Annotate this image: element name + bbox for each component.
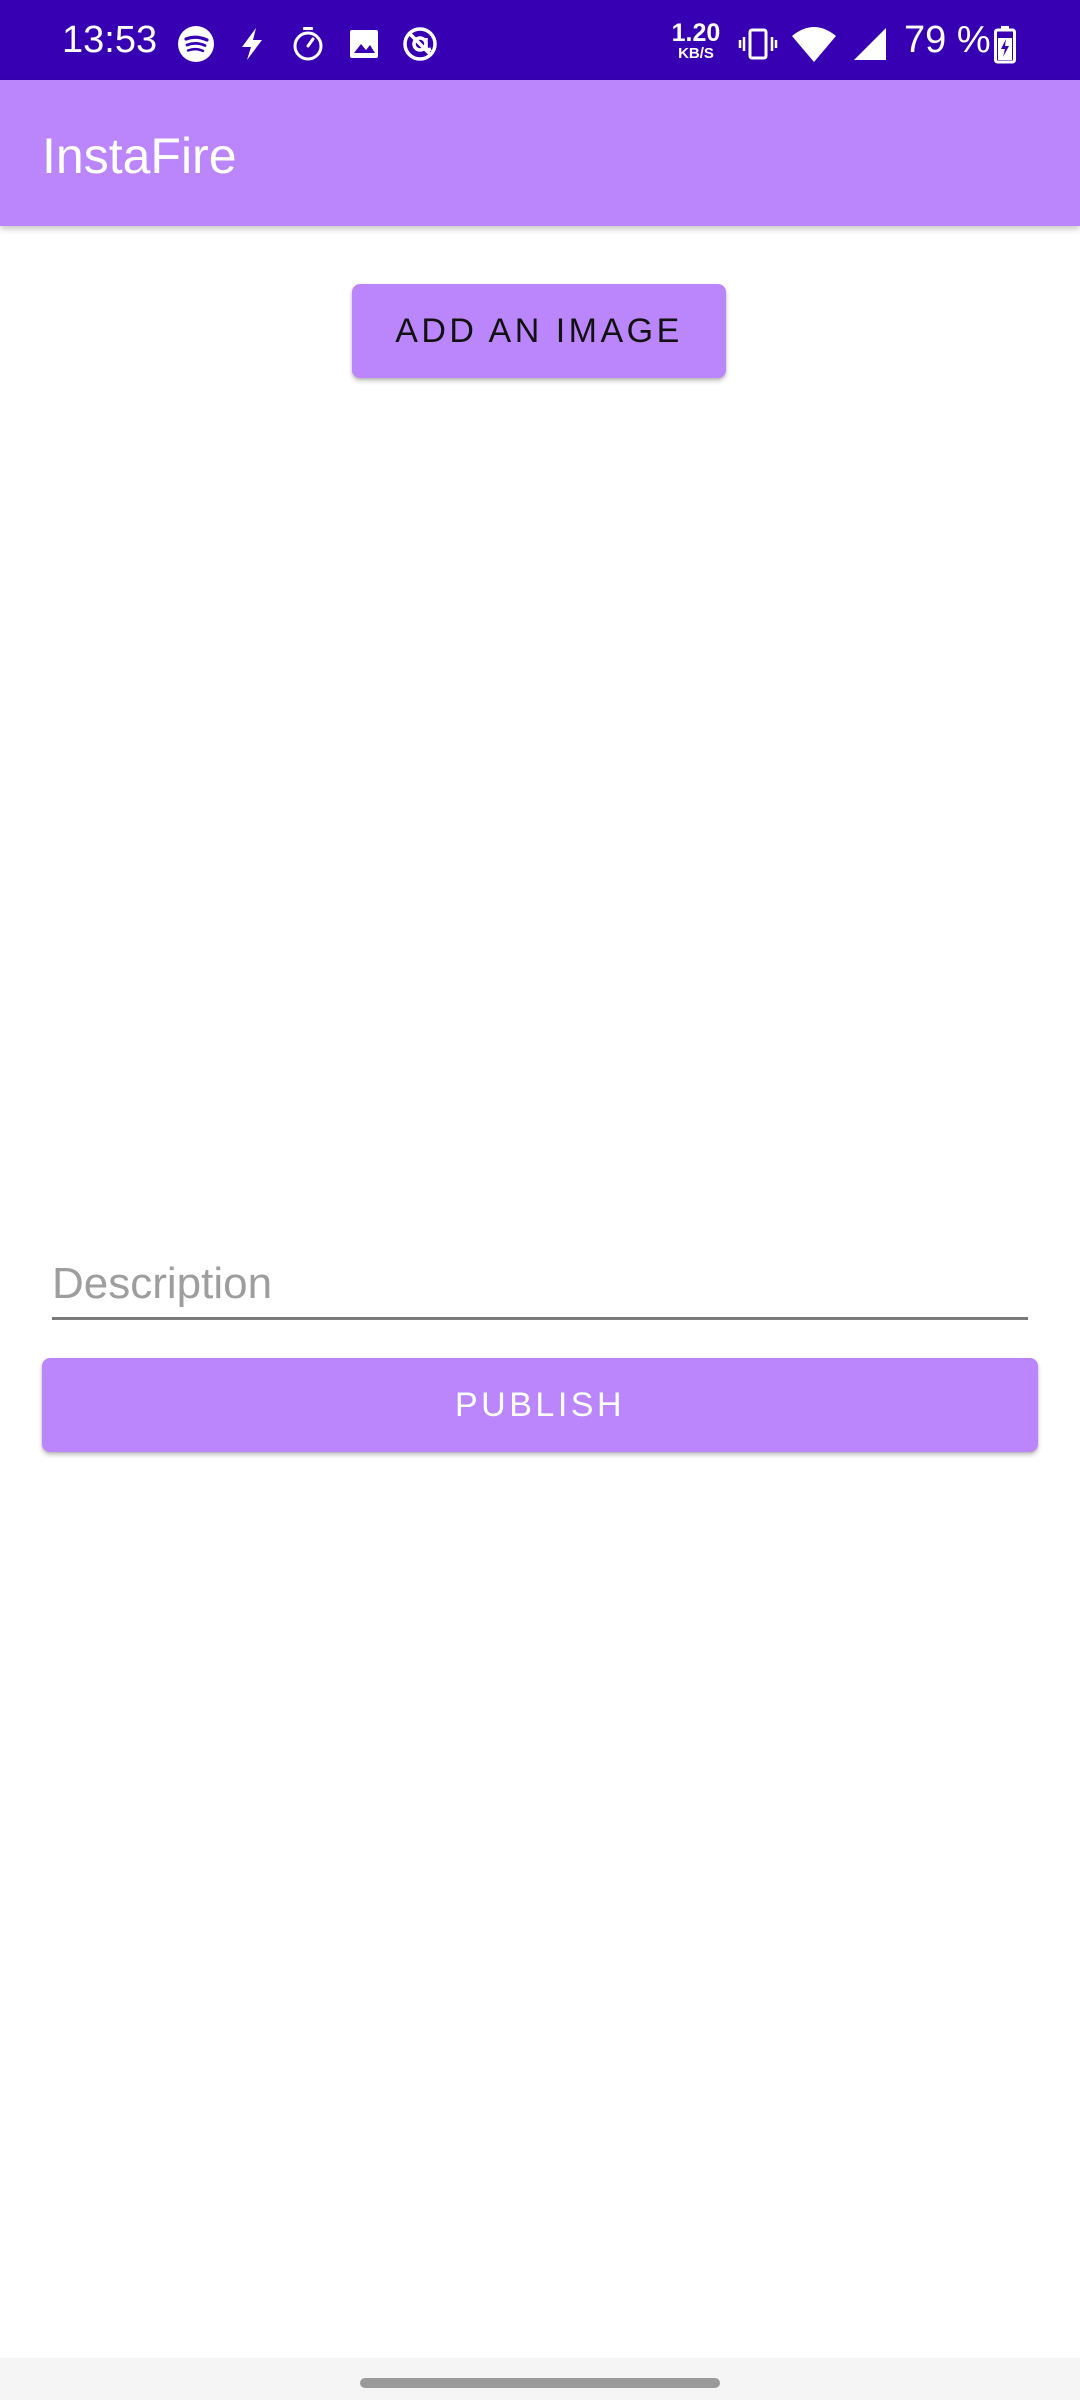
- app-title: InstaFire: [42, 128, 237, 184]
- timer-icon: [293, 27, 323, 61]
- signal-icon: [854, 28, 886, 60]
- notification-icons: [176, 24, 440, 64]
- battery-icon: [994, 26, 1016, 64]
- network-speed-value: 1.20: [671, 19, 721, 47]
- at-sign-icon: [403, 27, 437, 61]
- vibrate-icon: [738, 28, 778, 60]
- network-speed-unit: KB/S: [678, 45, 714, 62]
- image-icon: [350, 30, 378, 58]
- status-bar: 13:53 1.20 KB/S 79 %: [0, 0, 1080, 80]
- app-bar: InstaFire: [0, 80, 1080, 226]
- screen: 13:53 1.20 KB/S 79 % InstaFire ADD AN IM…: [0, 0, 1080, 2400]
- system-icons: [738, 24, 890, 64]
- wifi-icon: [792, 27, 836, 62]
- publish-button[interactable]: PUBLISH: [42, 1358, 1038, 1452]
- navigation-bar: [0, 2358, 1080, 2400]
- home-gesture-handle[interactable]: [360, 2378, 720, 2388]
- add-image-button[interactable]: ADD AN IMAGE: [352, 284, 726, 378]
- description-input[interactable]: [52, 1250, 1028, 1320]
- network-speed: 1.20 KB/S: [668, 20, 724, 62]
- spotify-icon: [178, 26, 214, 62]
- battery-percent: 79 %: [904, 19, 991, 61]
- status-time: 13:53: [62, 19, 158, 61]
- flash-icon: [242, 28, 262, 60]
